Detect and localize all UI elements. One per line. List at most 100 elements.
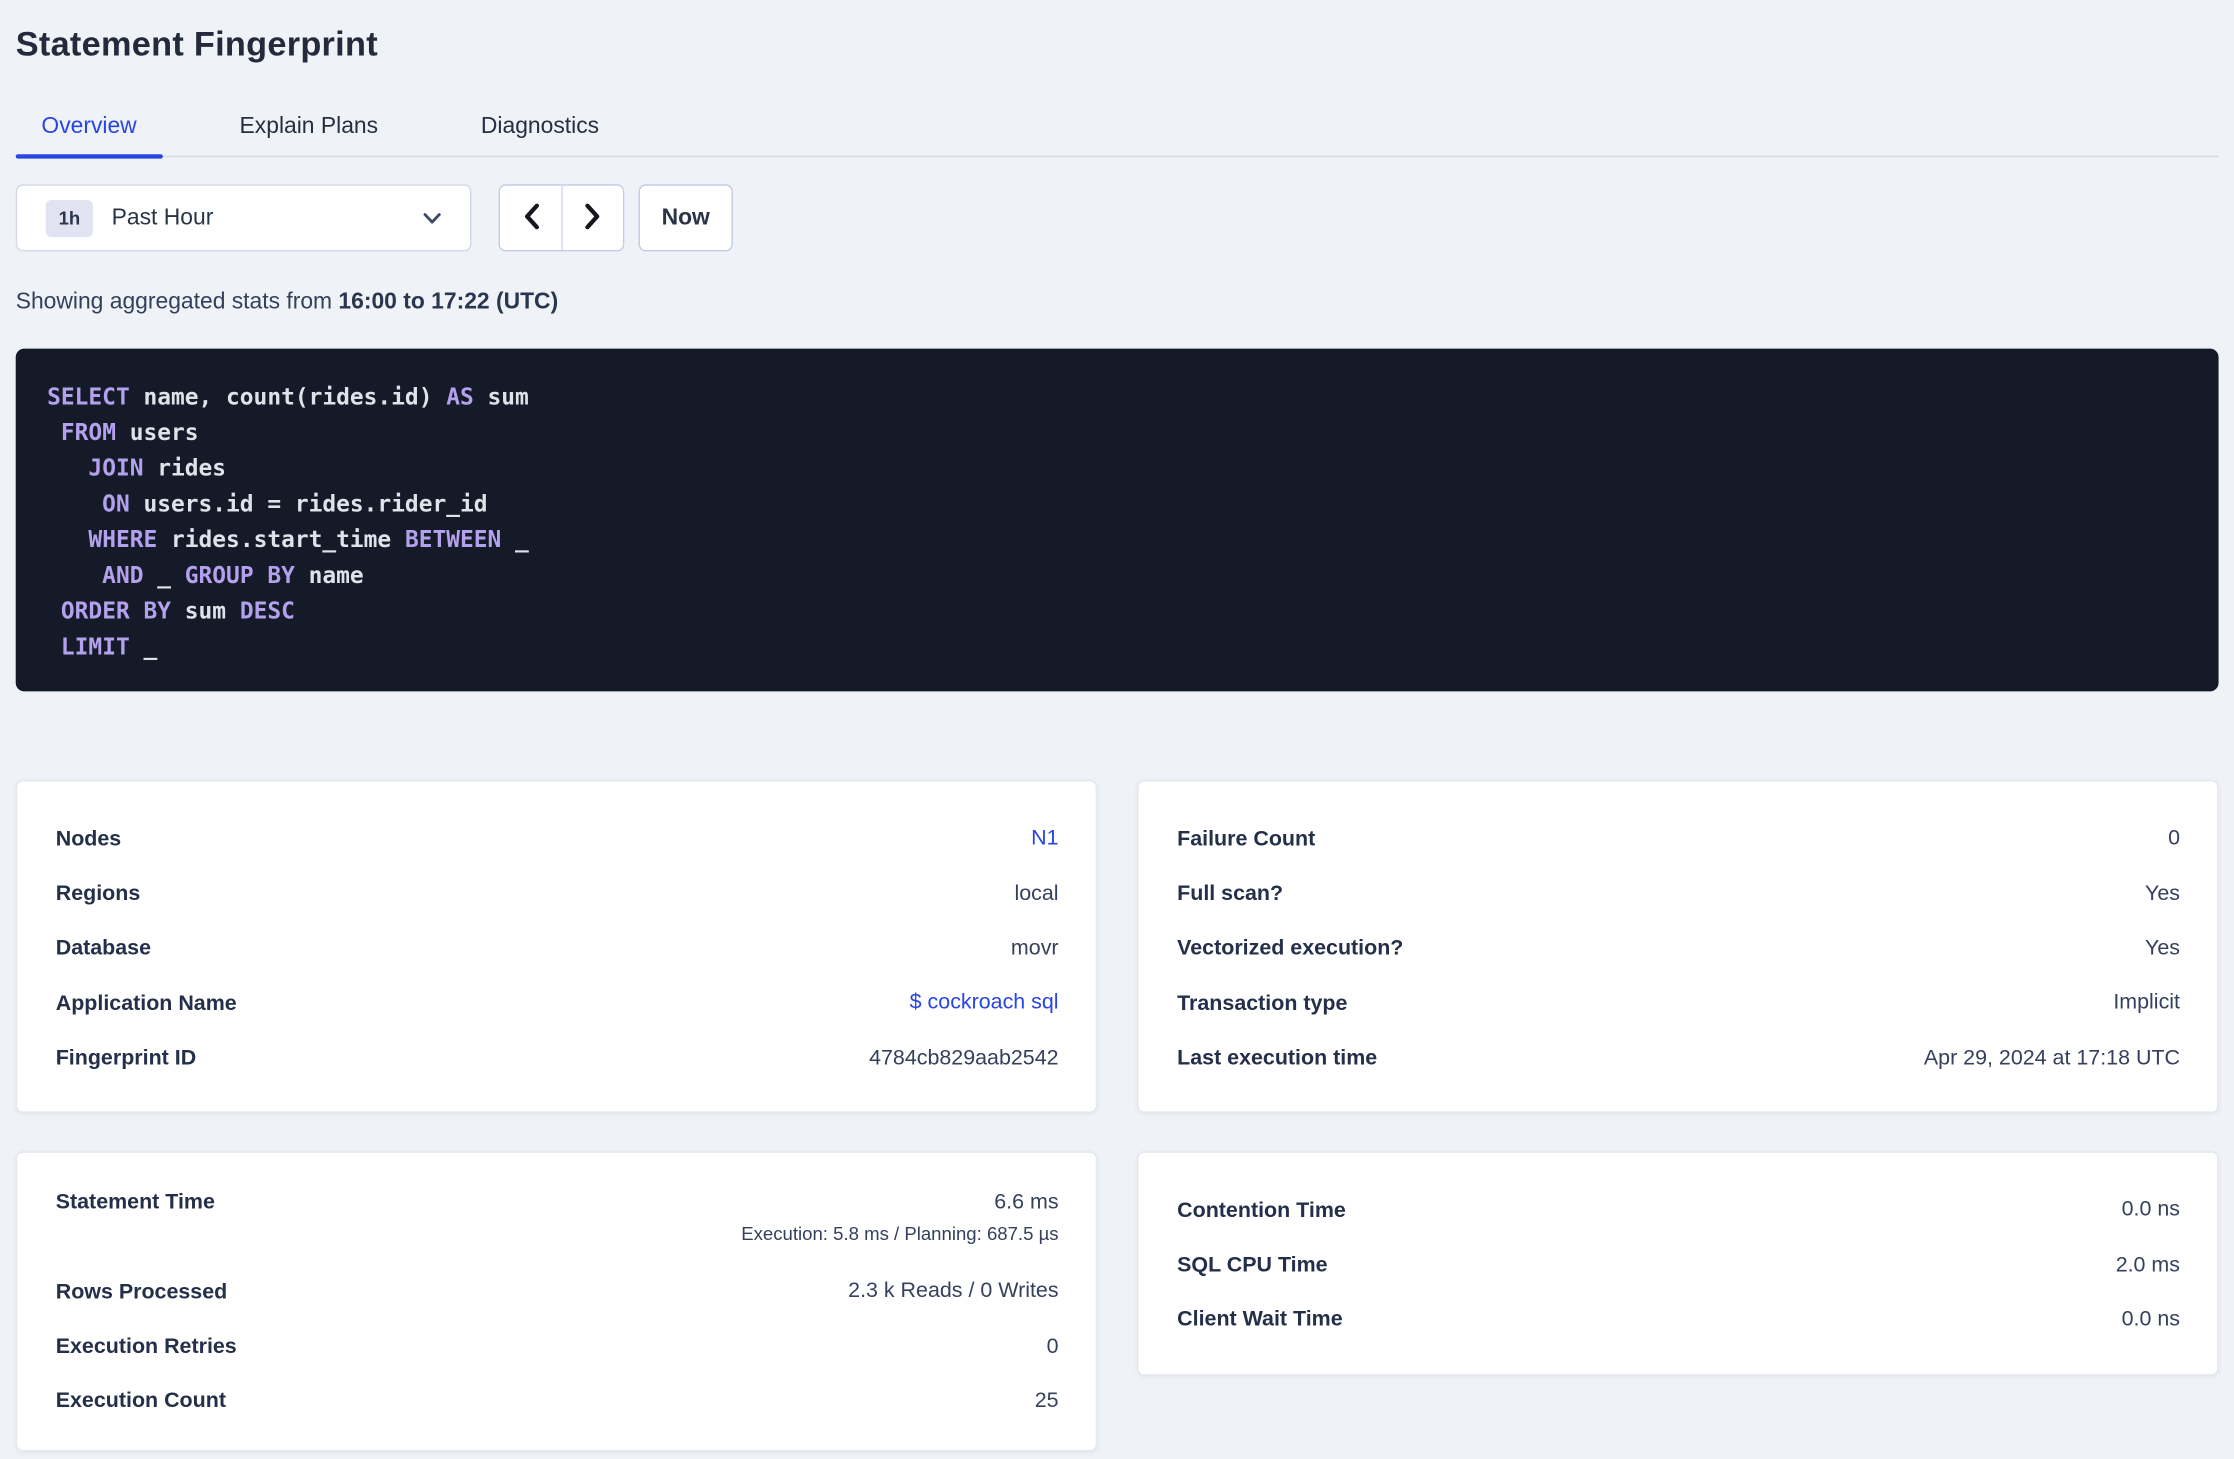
stat-row-contention-time: Contention Time 0.0 ns	[1177, 1183, 2180, 1238]
execution-attributes-card: Failure Count 0 Full scan? Yes Vectorized ex…	[1137, 779, 2219, 1113]
stat-label: Failure Count	[1177, 826, 1316, 851]
regions-value: local	[1014, 880, 1059, 906]
next-interval-button[interactable]	[561, 185, 623, 250]
execution-retries-value: 0	[1046, 1333, 1059, 1358]
sql-line: WHERE rides.start_time BETWEEN _	[88, 525, 529, 553]
stat-row-application-name: Application Name $ cockroach sql	[56, 976, 1059, 1031]
stat-label: Last execution time	[1177, 1046, 1378, 1071]
wait-times-card: Contention Time 0.0 ns SQL CPU Time 2.0 ms C…	[1137, 1151, 2219, 1376]
tab-bar: Overview Explain Plans Diagnostics	[15, 113, 2219, 159]
transaction-type-value: Implicit	[2113, 990, 2180, 1015]
statement-times-card: Statement Time 6.6 ms Execution: 5.8 ms / …	[15, 1151, 1098, 1452]
stat-label: Execution Count	[55, 1389, 226, 1414]
fingerprint-id-value: 4784cb829aab2542	[869, 1045, 1059, 1070]
sql-line: FROM users	[60, 418, 199, 446]
contention-time-value: 0.0 ns	[2121, 1197, 2180, 1222]
sql-line: JOIN rides	[88, 454, 227, 482]
stat-label: Application Name	[55, 991, 237, 1016]
stat-row-regions: Regions local	[56, 866, 1059, 921]
stat-row-database: Database movr	[56, 921, 1059, 976]
stat-row-client-wait-time: Client Wait Time 0.0 ns	[1177, 1293, 2180, 1348]
stat-row-last-execution-time: Last execution time Apr 29, 2024 at 17:18…	[1177, 1031, 2180, 1086]
stat-value-group: N1	[1031, 826, 1058, 852]
stat-value-group: 0.0 ns	[2122, 1307, 2180, 1333]
statement-time-value: 6.6 ms	[994, 1189, 1059, 1215]
application-name-value-link[interactable]: $ cockroach sql	[910, 991, 1059, 1015]
stat-value-group: Implicit	[2113, 991, 2180, 1017]
stat-label: Regions	[55, 881, 141, 906]
nodes-value-link[interactable]: N1	[1031, 826, 1058, 850]
stat-label: Transaction type	[1177, 991, 1348, 1016]
stat-row-failure-count: Failure Count 0	[1177, 811, 2180, 866]
stat-row-sql-cpu-time: SQL CPU Time 2.0 ms	[1177, 1238, 2180, 1293]
chevron-left-icon	[522, 202, 539, 233]
timing-cards-row: Statement Time 6.6 ms Execution: 5.8 ms / …	[15, 1151, 2219, 1452]
sql-line: ORDER BY sum DESC	[60, 597, 295, 625]
stat-value-group: $ cockroach sql	[910, 991, 1059, 1017]
stat-row-execution-count: Execution Count 25	[56, 1374, 1059, 1429]
interval-badge: 1h	[45, 199, 94, 237]
tab-diagnostics[interactable]: Diagnostics	[455, 113, 625, 156]
statement-time-subvalue: Execution: 5.8 ms / Planning: 687.5 µs	[741, 1222, 1059, 1245]
database-value: movr	[1010, 935, 1059, 960]
sql-line: ON users.id = rides.rider_id	[102, 489, 488, 518]
stat-row-transaction-type: Transaction type Implicit	[1177, 976, 2180, 1031]
stat-value-group: local	[1014, 881, 1058, 907]
statement-details-card: Nodes N1 Regions local Database movr Applicati…	[15, 779, 1098, 1113]
page-title: Statement Fingerprint	[15, 25, 378, 65]
sql-statement-box: SELECT name, count(rides.id) AS sum FROM…	[15, 348, 2219, 692]
chevron-right-icon	[584, 202, 601, 233]
sql-line: LIMIT _	[60, 632, 158, 660]
stat-value-group: Apr 29, 2024 at 17:18 UTC	[1924, 1045, 2180, 1071]
stat-label: Vectorized execution?	[1177, 936, 1404, 961]
stat-row-nodes: Nodes N1	[56, 811, 1059, 866]
stat-value-group: 2.0 ms	[2116, 1252, 2180, 1278]
stat-value-group: 25	[1035, 1389, 1059, 1415]
time-interval-picker[interactable]: 1h Past Hour	[15, 184, 472, 252]
sql-cpu-time-value: 2.0 ms	[2115, 1252, 2180, 1277]
stat-value-group: 6.6 ms Execution: 5.8 ms / Planning: 687.…	[741, 1190, 1058, 1244]
prev-interval-button[interactable]	[499, 185, 562, 250]
stat-value-group: Yes	[2145, 936, 2180, 962]
stat-row-statement-time: Statement Time 6.6 ms Execution: 5.8 ms / …	[56, 1183, 1059, 1264]
stat-row-full-scan: Full scan? Yes	[1177, 866, 2180, 921]
stat-label: Full scan?	[1177, 881, 1284, 906]
stat-value-group: 2.3 k Reads / 0 Writes	[848, 1279, 1058, 1305]
stat-row-vectorized-execution: Vectorized execution? Yes	[1177, 921, 2180, 976]
full-scan-value: Yes	[2145, 880, 2180, 906]
tab-overview[interactable]: Overview	[15, 113, 163, 159]
stat-label: Client Wait Time	[1177, 1307, 1343, 1333]
sql-line: AND _ GROUP BY name	[102, 561, 364, 589]
stat-label: Database	[55, 936, 152, 961]
stats-line-range: 16:00 to 17:22 (UTC)	[338, 289, 559, 315]
interval-label: Past Hour	[111, 204, 214, 230]
info-cards-row: Nodes N1 Regions local Database movr Applicati…	[15, 779, 2219, 1113]
stat-value-group: movr	[1011, 936, 1059, 962]
stat-label: SQL CPU Time	[1177, 1252, 1328, 1278]
rows-processed-value: 2.3 k Reads / 0 Writes	[848, 1278, 1059, 1304]
sql-line: SELECT name, count(rides.id) AS sum	[47, 382, 529, 410]
aggregated-stats-line: Showing aggregated stats from 16:00 to 1…	[16, 290, 2219, 316]
chevron-down-icon	[423, 212, 442, 223]
stat-row-rows-processed: Rows Processed 2.3 k Reads / 0 Writes	[56, 1264, 1059, 1319]
stat-label: Fingerprint ID	[55, 1046, 197, 1071]
stat-label: Statement Time	[55, 1189, 215, 1215]
stat-value-group: 0	[1047, 1334, 1059, 1360]
stat-row-execution-retries: Execution Retries 0	[56, 1319, 1059, 1374]
page-container: Statement Fingerprint Overview Explain Pl…	[0, 0, 2234, 1452]
stat-label: Rows Processed	[55, 1279, 228, 1304]
stat-row-fingerprint-id: Fingerprint ID 4784cb829aab2542	[56, 1031, 1059, 1086]
execution-count-value: 25	[1034, 1388, 1059, 1413]
failure-count-value: 0	[2168, 825, 2180, 851]
time-toolbar: 1h Past Hour Now	[15, 184, 2219, 252]
stat-label: Contention Time	[1177, 1198, 1346, 1223]
stat-value-group: 0	[2168, 826, 2180, 852]
statement-fingerprint-page: Statement Fingerprint Overview Explain Pl…	[0, 0, 2234, 1459]
stat-value-group: Yes	[2145, 881, 2180, 907]
stat-value-group: 4784cb829aab2542	[869, 1045, 1058, 1071]
vectorized-execution-value: Yes	[2145, 935, 2180, 960]
stat-label: Nodes	[55, 826, 122, 851]
now-button[interactable]: Now	[638, 184, 733, 252]
tab-explain-plans[interactable]: Explain Plans	[214, 113, 404, 156]
last-execution-time-value: Apr 29, 2024 at 17:18 UTC	[1923, 1045, 2180, 1070]
